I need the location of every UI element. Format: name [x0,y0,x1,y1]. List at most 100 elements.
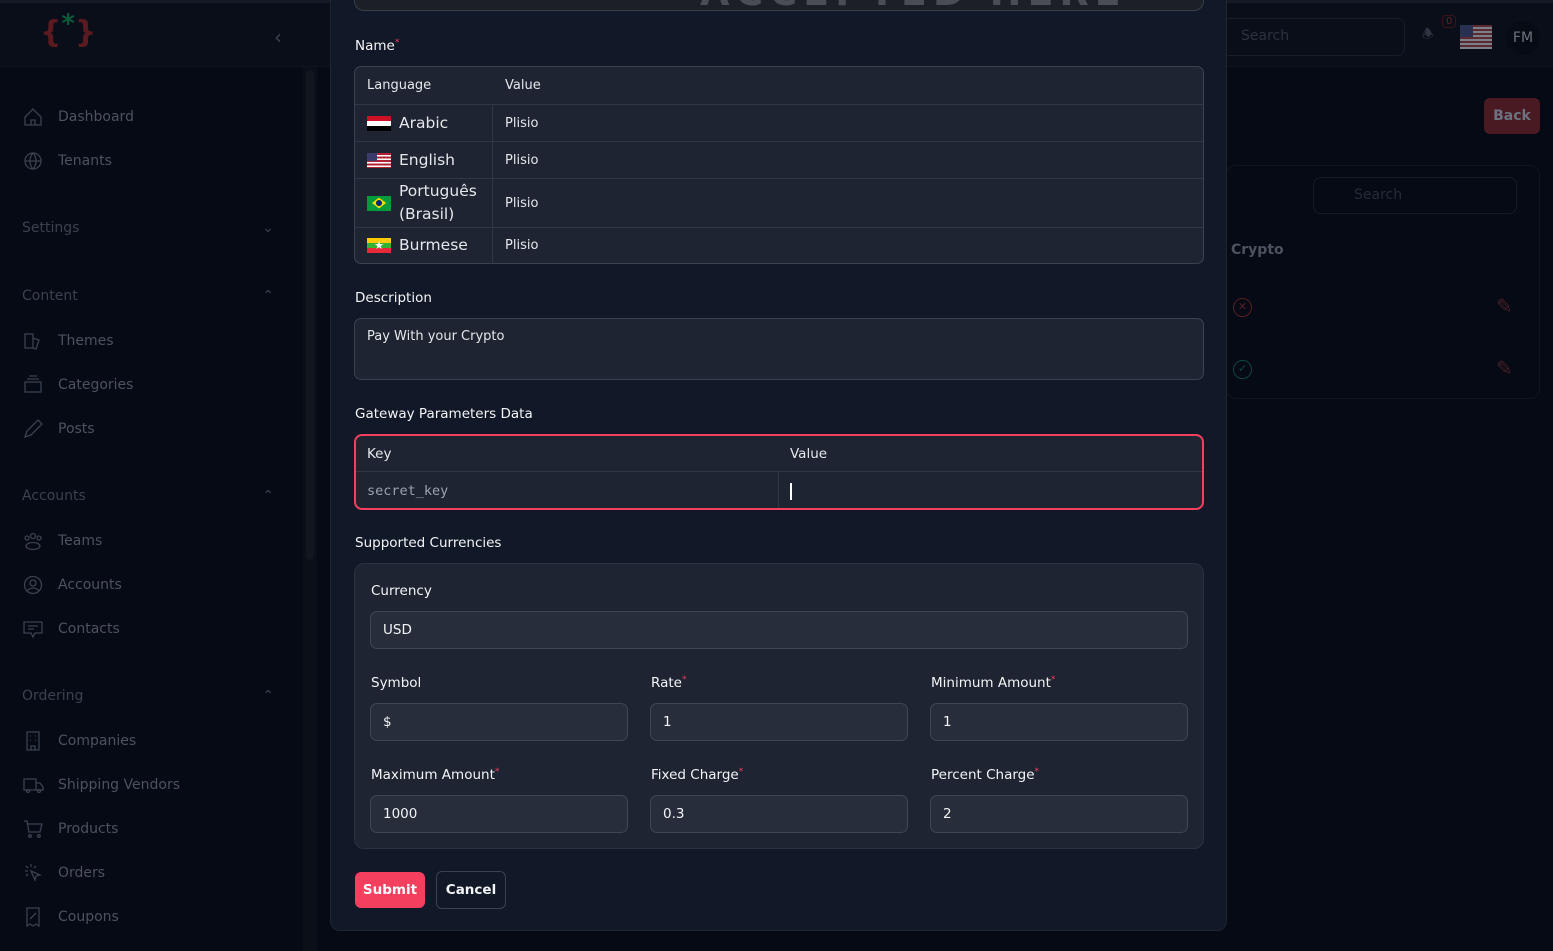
back-button[interactable]: Back [1484,98,1540,134]
bell-icon[interactable]: 🕭 [1422,25,1434,47]
app-logo: {*} [40,9,97,50]
cart-icon [24,820,43,838]
table-row: ★ Burmese Plisio [355,227,1203,263]
gateway-parameters-table: Key Value secret_key [354,434,1204,510]
symbol-label: Symbol [371,675,422,691]
minimum-amount-label: Minimum Amount* [931,675,1056,691]
language-name: Burmese [399,236,468,254]
name-value-input[interactable]: Plisio [493,228,550,263]
table-search-input[interactable]: Search [1313,177,1517,214]
fixed-charge-input[interactable]: 0.3 [650,795,908,833]
sidebar-section-content[interactable]: Content ⌃ [22,288,274,304]
fixed-charge-label: Fixed Charge* [651,767,744,783]
sidebar-item-teams[interactable]: Teams [22,530,102,552]
sidebar-item-categories[interactable]: Categories [22,374,133,396]
sidebar-item-shipping-vendors[interactable]: Shipping Vendors [22,774,180,796]
check-circle-icon: ✓ [1233,360,1252,379]
language-name: English [399,150,455,169]
chevron-up-icon: ⌃ [262,288,274,304]
building-icon [26,731,40,751]
parameter-key: secret_key [356,472,779,508]
language-name: Arabic [399,113,449,132]
currency-select[interactable]: USD [370,611,1188,649]
chevron-down-icon: ⌄ [262,220,274,236]
table-row: secret_key [356,472,1202,508]
language-name: Português (Brasil) [399,182,477,223]
cancel-button[interactable]: Cancel [436,871,506,909]
column-header-language: Language [367,78,432,93]
header-search-input[interactable]: Search [1210,18,1405,56]
maximum-amount-label: Maximum Amount* [371,767,500,783]
name-value-input[interactable]: Plisio [493,105,550,141]
language-flag-icon[interactable] [1460,25,1492,49]
chevron-up-icon: ⌃ [262,688,274,704]
sidebar-item-posts[interactable]: Posts [22,418,95,440]
sidebar-item-contacts[interactable]: Contacts [22,618,120,640]
section-title: Ordering [22,688,84,704]
gateway-parameters-label: Gateway Parameters Data [355,406,533,422]
rate-label: Rate* [651,675,687,691]
sidebar-item-dashboard[interactable]: Dashboard [22,106,134,128]
sidebar-item-label: Products [58,821,119,837]
edit-gateway-modal: ACCEPTED HERE Name* Language Value Arabic… [330,0,1227,931]
column-header-crypto: Crypto [1231,242,1284,258]
name-value-input[interactable]: Plisio [493,142,550,178]
currency-card: Currency USD Symbol $ Rate* 1 Minimum Am… [354,563,1204,849]
home-icon [24,108,42,126]
sidebar-item-themes[interactable]: Themes [22,330,114,352]
myanmar-flag-icon: ★ [367,238,391,253]
edit-pencil-icon[interactable]: ✎ [1496,294,1513,318]
x-circle-icon: ✕ [1233,298,1252,317]
table-row: English Plisio [355,141,1203,178]
sidebar-section-accounts[interactable]: Accounts ⌃ [22,488,274,504]
section-title: Settings [22,220,80,236]
text-cursor [790,482,792,500]
column-header-value: Value [505,78,541,93]
rate-input[interactable]: 1 [650,703,908,741]
chevron-up-icon: ⌃ [262,488,274,504]
sidebar-item-tenants[interactable]: Tenants [22,150,112,172]
notification-badge: 0 [1442,15,1457,28]
us-flag-icon [367,152,391,168]
gateway-image: ACCEPTED HERE [354,0,1204,11]
edit-pencil-icon[interactable]: ✎ [1496,356,1513,380]
egypt-flag-icon [367,115,391,131]
brazil-flag-icon [367,195,391,211]
sidebar-item-label: Categories [58,377,134,393]
name-value-input[interactable]: Plisio [493,179,550,227]
sidebar-section-ordering[interactable]: Ordering ⌃ [22,688,274,704]
sidebar-item-label: Themes [58,333,114,349]
percent-charge-input[interactable]: 2 [930,795,1188,833]
currency-label: Currency [371,583,432,599]
sidebar-section-settings[interactable]: Settings ⌄ [22,220,274,236]
sidebar-item-coupons[interactable]: Coupons [22,906,119,928]
parameter-value-input[interactable] [779,472,792,508]
submit-button[interactable]: Submit [355,872,425,908]
sidebar-item-companies[interactable]: Companies [22,730,136,752]
column-header-value: Value [790,445,828,462]
globe-icon [24,152,42,170]
sidebar-item-label: Posts [58,421,95,437]
themes-icon [24,333,40,350]
symbol-input[interactable]: $ [370,703,628,741]
avatar[interactable]: FM [1506,21,1540,55]
table-row: Arabic Plisio [355,104,1203,141]
cursor-click-icon [25,864,42,882]
name-label: Name* [355,38,400,54]
sidebar-item-label: Coupons [58,909,119,925]
collapse-sidebar-icon[interactable]: ‹ [274,25,282,49]
sidebar-item-accounts[interactable]: Accounts [22,574,122,596]
sidebar-item-products[interactable]: Products [22,818,118,840]
sidebar-item-orders[interactable]: Orders [22,862,105,884]
description-textarea[interactable]: Pay With your Crypto [354,318,1204,380]
sidebar-item-label: Accounts [58,577,122,593]
sidebar-scrollbar[interactable] [306,70,314,560]
minimum-amount-input[interactable]: 1 [930,703,1188,741]
sidebar-item-label: Teams [58,533,103,549]
maximum-amount-input[interactable]: 1000 [370,795,628,833]
teams-icon [24,532,42,551]
pencil-icon [23,419,43,439]
sidebar-item-label: Dashboard [58,109,134,125]
truck-icon [23,778,44,794]
sidebar-item-label: Companies [58,733,137,749]
